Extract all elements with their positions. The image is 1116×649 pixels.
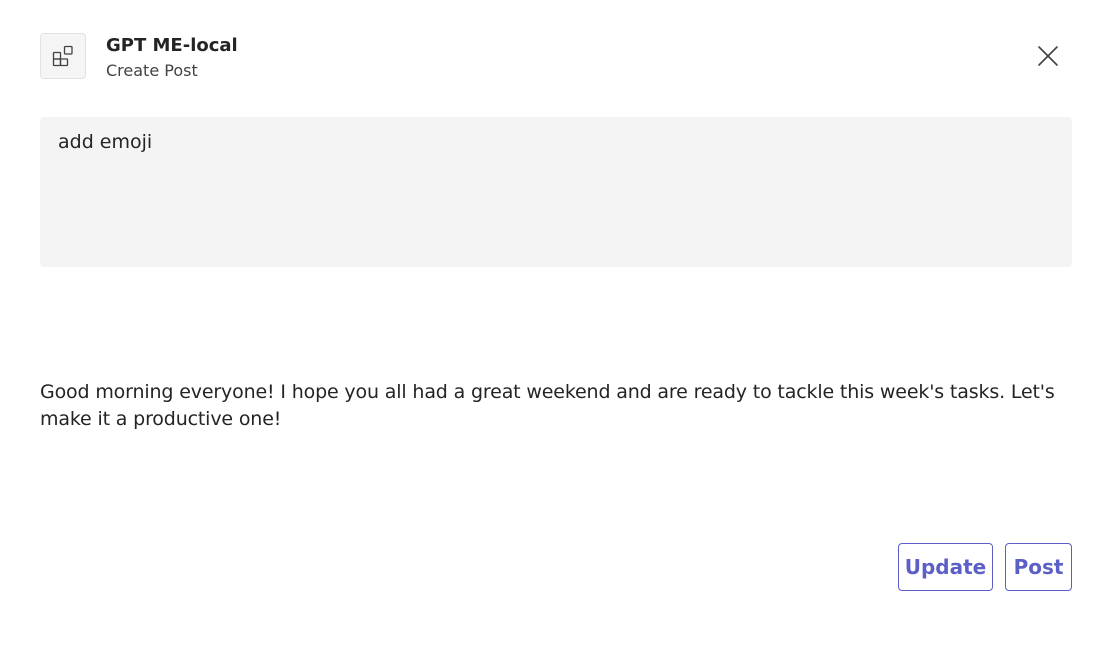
- dialog-subtitle: Create Post: [106, 61, 198, 80]
- prompt-input[interactable]: add emoji: [40, 117, 1072, 267]
- generated-post-text: Good morning everyone! I hope you all ha…: [40, 381, 1055, 430]
- update-button[interactable]: Update: [898, 543, 993, 591]
- close-icon: [1038, 46, 1058, 66]
- app-icon: [40, 33, 86, 79]
- close-button[interactable]: [1030, 38, 1066, 74]
- apps-grid-icon: [52, 45, 73, 67]
- post-button[interactable]: Post: [1005, 543, 1072, 591]
- app-title: GPT ME-local: [106, 35, 238, 56]
